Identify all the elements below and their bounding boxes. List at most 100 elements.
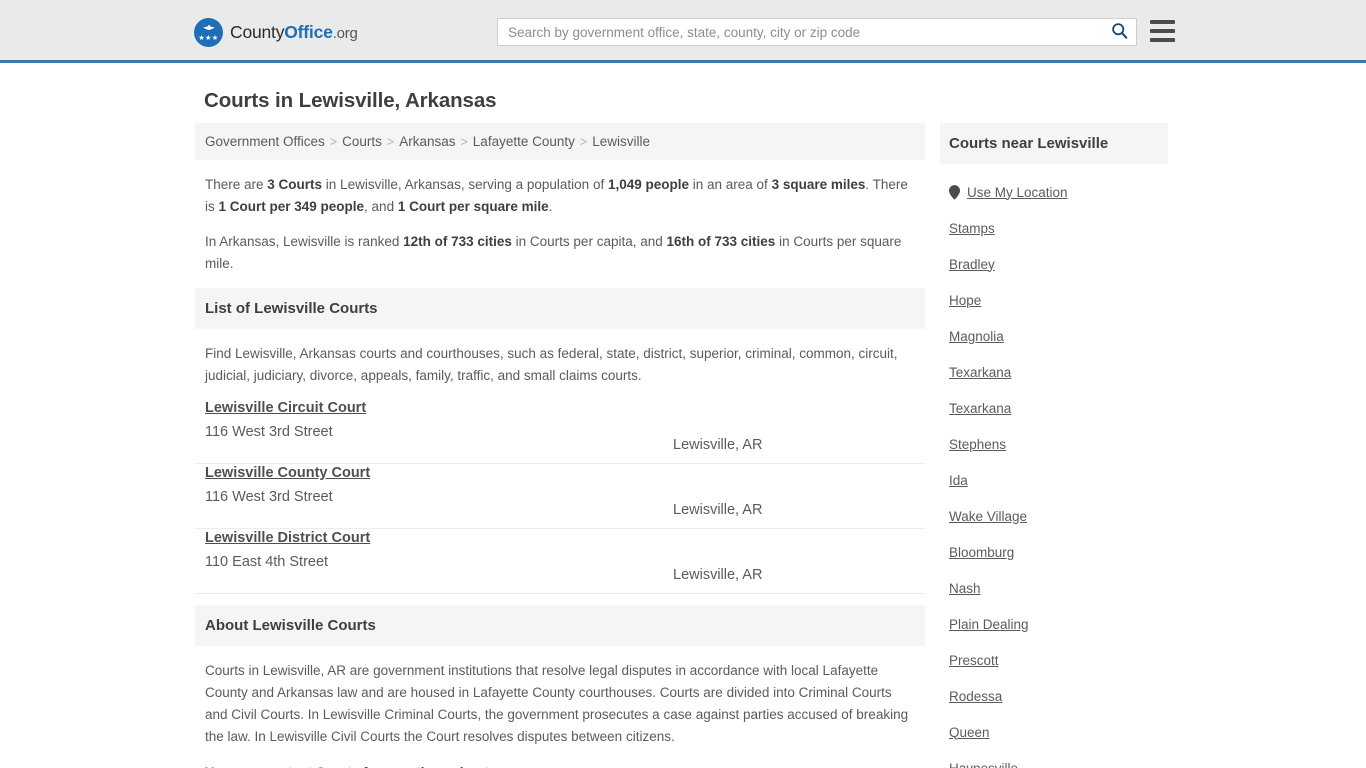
breadcrumb-item-government-offices[interactable]: Government Offices bbox=[205, 134, 325, 149]
sidebar-item-ida[interactable]: Ida bbox=[949, 462, 1159, 498]
list-section-description: Find Lewisville, Arkansas courts and cou… bbox=[205, 346, 898, 383]
logo-wordmark: CountyOffice.org bbox=[230, 22, 358, 43]
sidebar-item-texarkana-1[interactable]: Texarkana bbox=[949, 354, 1159, 390]
search-button[interactable] bbox=[1102, 19, 1136, 45]
sidebar-city-link[interactable]: Bloomburg bbox=[949, 545, 1014, 560]
sidebar-item-bloomburg[interactable]: Bloomburg bbox=[949, 534, 1159, 570]
sidebar-item-texarkana-2[interactable]: Texarkana bbox=[949, 390, 1159, 426]
stat-courts-per-sq-mile: 1 Court per square mile bbox=[397, 199, 549, 214]
court-address: 110 East 4th Street bbox=[205, 554, 329, 570]
logo-text-office: Office bbox=[284, 22, 333, 42]
sidebar-city-link[interactable]: Nash bbox=[949, 581, 981, 596]
sidebar-city-link[interactable]: Prescott bbox=[949, 653, 999, 668]
sidebar-item-nash[interactable]: Nash bbox=[949, 570, 1159, 606]
hamburger-bar bbox=[1150, 38, 1175, 42]
sidebar-city-link[interactable]: Wake Village bbox=[949, 509, 1027, 524]
about-contact-lead: You may contact Courts for questions abo… bbox=[205, 762, 915, 768]
court-list-item: Lewisville Circuit Court 116 West 3rd St… bbox=[195, 399, 925, 464]
eagle-seal-icon: ★★★ bbox=[194, 18, 223, 47]
about-section-heading: About Lewisville Courts bbox=[205, 617, 376, 634]
intro-text: . bbox=[548, 199, 553, 214]
search-input[interactable] bbox=[498, 19, 1102, 45]
court-list-item: Lewisville District Court 110 East 4th S… bbox=[195, 529, 925, 594]
breadcrumb-item-courts[interactable]: Courts bbox=[342, 134, 382, 149]
stat-courts-per-people: 1 Court per 349 people bbox=[218, 199, 365, 214]
sidebar-header: Courts near Lewisville bbox=[940, 123, 1168, 164]
court-city-state: Lewisville, AR bbox=[673, 502, 763, 518]
intro-text: in Lewisville, Arkansas, serving a popul… bbox=[322, 177, 608, 192]
sidebar-city-link[interactable]: Rodessa bbox=[949, 689, 1002, 704]
logo-text-org: .org bbox=[332, 25, 358, 42]
breadcrumb-separator: > bbox=[386, 135, 395, 149]
sidebar-city-link[interactable]: Texarkana bbox=[949, 401, 1011, 416]
breadcrumb-item-arkansas[interactable]: Arkansas bbox=[399, 134, 455, 149]
sidebar-item-use-my-location[interactable]: Use My Location bbox=[949, 174, 1159, 210]
sidebar-item-magnolia[interactable]: Magnolia bbox=[949, 318, 1159, 354]
about-section-header: About Lewisville Courts bbox=[195, 605, 925, 646]
breadcrumb-separator: > bbox=[329, 135, 338, 149]
sidebar-item-haynesville[interactable]: Haynesville bbox=[949, 750, 1159, 768]
court-name-link[interactable]: Lewisville County Court bbox=[205, 465, 370, 481]
intro-text: in an area of bbox=[689, 177, 772, 192]
sidebar-item-queen[interactable]: Queen bbox=[949, 714, 1159, 750]
list-section-header: List of Lewisville Courts bbox=[195, 288, 925, 329]
site-header: ★★★ CountyOffice.org bbox=[0, 0, 1366, 63]
court-address: 116 West 3rd Street bbox=[205, 489, 333, 505]
stat-rank-per-sq-mile: 16th of 733 cities bbox=[666, 234, 776, 249]
intro-text: There are bbox=[205, 177, 268, 192]
main-content: Government Offices > Courts > Arkansas > Lafay… bbox=[195, 123, 925, 768]
sidebar-item-plain-dealing[interactable]: Plain Dealing bbox=[949, 606, 1159, 642]
page-title: Courts in Lewisville, Arkansas bbox=[204, 89, 497, 112]
sidebar-item-prescott[interactable]: Prescott bbox=[949, 642, 1159, 678]
sidebar-city-link[interactable]: Magnolia bbox=[949, 329, 1004, 344]
about-section-body: Courts in Lewisville, AR are government … bbox=[195, 646, 925, 768]
hamburger-bar bbox=[1150, 20, 1175, 24]
court-name-link[interactable]: Lewisville Circuit Court bbox=[205, 400, 366, 416]
search-box bbox=[497, 18, 1137, 46]
sidebar-city-link[interactable]: Hope bbox=[949, 293, 981, 308]
intro-text: , and bbox=[364, 199, 398, 214]
court-name-link[interactable]: Lewisville District Court bbox=[205, 530, 370, 546]
breadcrumb-item-lafayette-county[interactable]: Lafayette County bbox=[473, 134, 575, 149]
stat-rank-per-capita: 12th of 733 cities bbox=[403, 234, 512, 249]
stat-area: 3 square miles bbox=[771, 177, 866, 192]
sidebar-heading: Courts near Lewisville bbox=[949, 135, 1109, 152]
list-section-body: Find Lewisville, Arkansas courts and cou… bbox=[195, 329, 925, 387]
court-city-state: Lewisville, AR bbox=[673, 437, 763, 453]
intro-text: In Arkansas, Lewisville is ranked bbox=[205, 234, 404, 249]
sidebar-city-link[interactable]: Stephens bbox=[949, 437, 1006, 452]
site-logo[interactable]: ★★★ CountyOffice.org bbox=[194, 18, 358, 47]
sidebar-city-link[interactable]: Queen bbox=[949, 725, 990, 740]
stat-population: 1,049 people bbox=[607, 177, 689, 192]
hamburger-menu-icon[interactable] bbox=[1150, 20, 1175, 42]
sidebar-item-wake-village[interactable]: Wake Village bbox=[949, 498, 1159, 534]
intro-paragraph-2: In Arkansas, Lewisville is ranked 12th o… bbox=[205, 231, 915, 275]
search-icon bbox=[1111, 22, 1128, 42]
sidebar-item-rodessa[interactable]: Rodessa bbox=[949, 678, 1159, 714]
breadcrumb: Government Offices > Courts > Arkansas > Lafay… bbox=[195, 123, 925, 160]
sidebar-city-link[interactable]: Stamps bbox=[949, 221, 995, 236]
court-list: Lewisville Circuit Court 116 West 3rd St… bbox=[195, 399, 925, 594]
court-address: 116 West 3rd Street bbox=[205, 424, 333, 440]
sidebar-city-link[interactable]: Ida bbox=[949, 473, 968, 488]
sidebar-city-link[interactable]: Bradley bbox=[949, 257, 995, 272]
list-section-heading: List of Lewisville Courts bbox=[205, 300, 378, 317]
breadcrumb-separator: > bbox=[460, 135, 468, 149]
intro-paragraph-1: There are 3 Courts in Lewisville, Arkans… bbox=[205, 174, 915, 218]
sidebar-item-stamps[interactable]: Stamps bbox=[949, 210, 1159, 246]
sidebar-city-link[interactable]: Plain Dealing bbox=[949, 617, 1029, 632]
breadcrumb-separator: > bbox=[579, 135, 588, 149]
breadcrumb-item-lewisville: Lewisville bbox=[592, 134, 650, 149]
sidebar-city-list: Use My Location Stamps Bradley Hope Magn… bbox=[940, 164, 1168, 768]
use-my-location-link[interactable]: Use My Location bbox=[967, 185, 1068, 200]
logo-text-county: County bbox=[230, 22, 285, 42]
intro-statistics: There are 3 Courts in Lewisville, Arkans… bbox=[195, 160, 925, 275]
stat-court-count: 3 Courts bbox=[267, 177, 323, 192]
sidebar-item-hope[interactable]: Hope bbox=[949, 282, 1159, 318]
sidebar-city-link[interactable]: Texarkana bbox=[949, 365, 1011, 380]
court-city-state: Lewisville, AR bbox=[673, 567, 763, 583]
sidebar-city-link[interactable]: Haynesville bbox=[949, 761, 1018, 768]
sidebar-item-stephens[interactable]: Stephens bbox=[949, 426, 1159, 462]
map-pin-icon bbox=[949, 184, 960, 200]
sidebar-item-bradley[interactable]: Bradley bbox=[949, 246, 1159, 282]
